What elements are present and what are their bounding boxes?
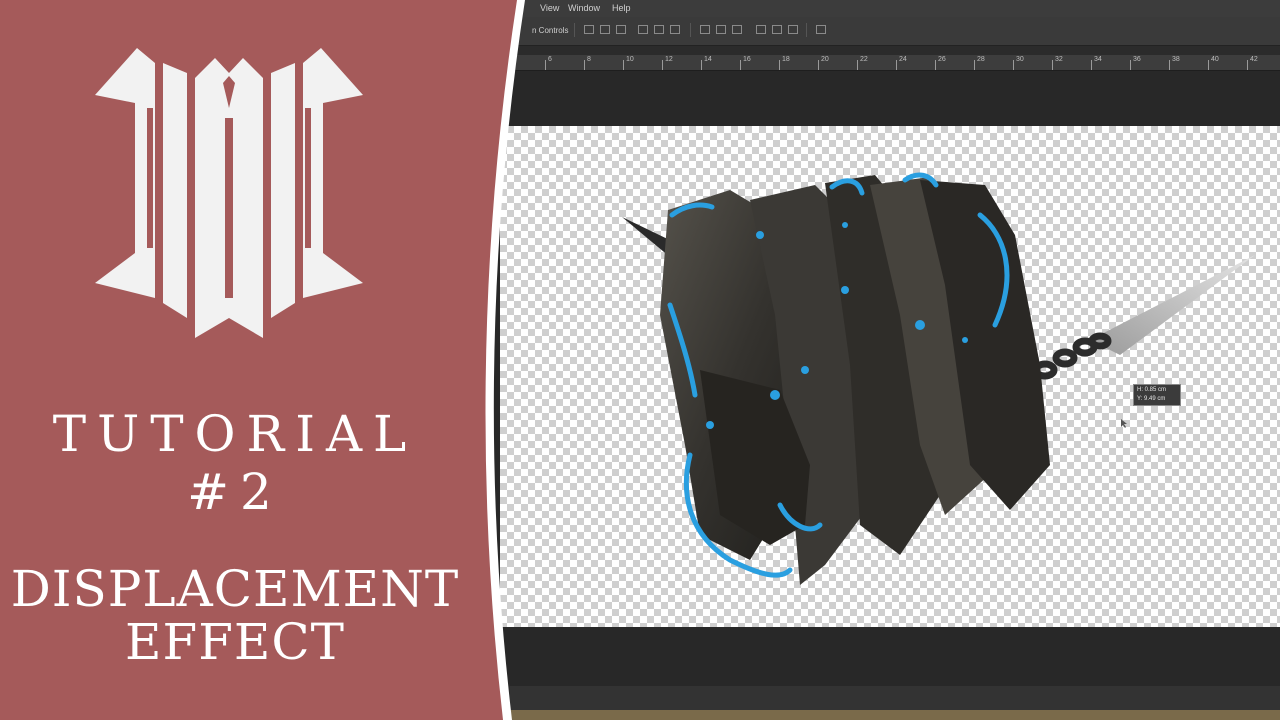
- toolbar-separator: [806, 23, 807, 37]
- ruler-tick: [935, 60, 936, 70]
- transform-readout-tooltip: H: 0.85 cm Y: 9.49 cm: [1133, 384, 1181, 406]
- ruler-tick: [701, 60, 702, 70]
- right-spike-shape: [1090, 255, 1255, 355]
- align-bottom-icon[interactable]: [616, 25, 626, 34]
- ruler-tick: [1208, 60, 1209, 70]
- distribute-left-icon[interactable]: [756, 25, 766, 34]
- toolbar-separator: [690, 23, 691, 37]
- align-vcenter-icon[interactable]: [600, 25, 610, 34]
- ruler-tick: [740, 60, 741, 70]
- ruler-tick: [779, 60, 780, 70]
- os-taskbar: [510, 710, 1280, 720]
- ruler-tick: [662, 60, 663, 70]
- cursor-icon: [1121, 419, 1127, 428]
- menu-view[interactable]: View: [540, 3, 559, 13]
- ruler-tick: [857, 60, 858, 70]
- ruler-label: 6: [548, 56, 552, 63]
- ruler-tick: [1013, 60, 1014, 70]
- readout-line-1: H: 0.85 cm: [1137, 387, 1167, 393]
- align-left-icon[interactable]: [638, 25, 648, 34]
- align-top-icon[interactable]: [584, 25, 594, 34]
- ruler-tick: [1169, 60, 1170, 70]
- ruler-label: 22: [860, 56, 868, 63]
- auto-align-icon[interactable]: [816, 25, 826, 34]
- tutorial-number-heading: TUTORIAL #2: [52, 405, 418, 521]
- ruler-tick: [1091, 60, 1092, 70]
- ruler-label: 14: [704, 56, 712, 63]
- ruler-tick: [1052, 60, 1053, 70]
- ruler-tick: [623, 60, 624, 70]
- readout-line-2: Y: 9.49 cm: [1137, 396, 1166, 402]
- ruler-label: 26: [938, 56, 946, 63]
- ruler-tick: [818, 60, 819, 70]
- ruler-label: 16: [743, 56, 751, 63]
- distribute-bottom-icon[interactable]: [732, 25, 742, 34]
- menu-window[interactable]: Window: [568, 3, 600, 13]
- toolbar-separator: [574, 23, 575, 37]
- rock-shape: [660, 175, 1050, 585]
- distribute-vcenter-icon[interactable]: [716, 25, 726, 34]
- ruler-tick: [1130, 60, 1131, 70]
- ruler-label: 12: [665, 56, 673, 63]
- ruler-label: 40: [1211, 56, 1219, 63]
- ruler-label: 8: [587, 56, 591, 63]
- ruler-label: 32: [1055, 56, 1063, 63]
- ruler-label: 20: [821, 56, 829, 63]
- ruler-label: 34: [1094, 56, 1102, 63]
- distribute-right-icon[interactable]: [788, 25, 798, 34]
- brand-panel: TUTORIAL #2 DISPLACEMENT EFFECT: [0, 0, 540, 720]
- ruler-tick: [545, 60, 546, 70]
- effect-title-line-2: EFFECT: [125, 613, 345, 671]
- ruler-label: 42: [1250, 56, 1258, 63]
- brand-logo: [95, 48, 363, 338]
- distribute-hcenter-icon[interactable]: [772, 25, 782, 34]
- ruler-label: 28: [977, 56, 985, 63]
- ruler-tick: [974, 60, 975, 70]
- menu-help[interactable]: Help: [612, 3, 631, 13]
- ruler-label: 30: [1016, 56, 1024, 63]
- ruler-tick: [896, 60, 897, 70]
- align-hcenter-icon[interactable]: [654, 25, 664, 34]
- distribute-top-icon[interactable]: [700, 25, 710, 34]
- ruler-label: 38: [1172, 56, 1180, 63]
- effect-title-line-1: DISPLACEMENT: [10, 560, 460, 618]
- ruler-label: 18: [782, 56, 790, 63]
- ruler-label: 24: [899, 56, 907, 63]
- align-right-icon[interactable]: [670, 25, 680, 34]
- ruler-label: 10: [626, 56, 634, 63]
- ruler-label: 36: [1133, 56, 1141, 63]
- ruler-tick: [1247, 60, 1248, 70]
- ruler-tick: [584, 60, 585, 70]
